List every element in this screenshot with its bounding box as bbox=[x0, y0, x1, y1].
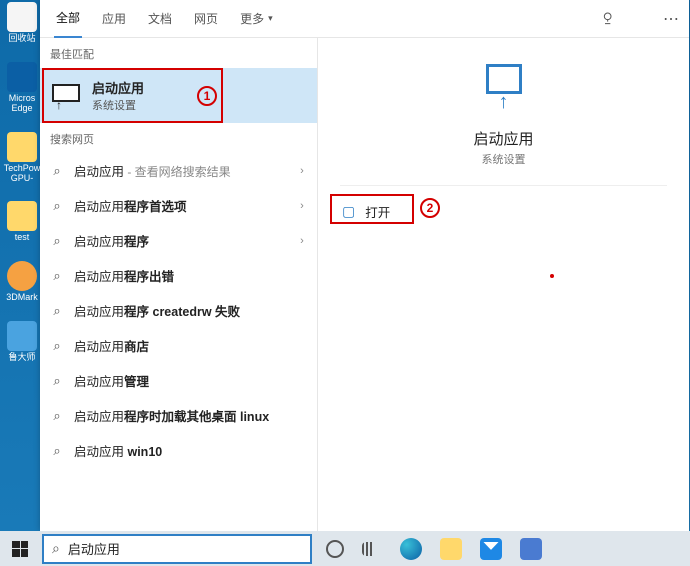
search-icon: ⌕ bbox=[50, 303, 64, 319]
web-result-item[interactable]: ⌕ 启动应用 - 查看网络搜索结果 › bbox=[40, 153, 317, 188]
best-match-item[interactable]: ↑ 启动应用 系统设置 1 bbox=[40, 68, 317, 123]
annotation-number-1: 1 bbox=[197, 86, 217, 106]
options-icon[interactable]: ⋯ bbox=[663, 9, 679, 29]
search-icon: ⌕ bbox=[50, 233, 64, 249]
results-column: 最佳匹配 ↑ 启动应用 系统设置 1 搜索网页 ⌕ 启动应用 - 查看网络搜索结果… bbox=[40, 38, 318, 531]
web-result-item[interactable]: ⌕ 启动应用商店 bbox=[40, 328, 317, 363]
taskbar-mail-icon[interactable] bbox=[480, 538, 502, 560]
web-result-label: 启动应用 win10 bbox=[74, 441, 162, 460]
windows-logo-icon bbox=[12, 541, 28, 557]
details-pane: ↑ 启动应用 系统设置 ▢ 打开 2 bbox=[318, 38, 689, 531]
tab-more-label: 更多 bbox=[240, 10, 264, 27]
best-match-title: 启动应用 bbox=[92, 78, 144, 97]
annotation-dot bbox=[550, 274, 554, 278]
web-result-label: 启动应用程序 createdrw 失败 bbox=[74, 301, 240, 320]
desktop-icon-recycle-bin[interactable]: 回收站 bbox=[2, 2, 42, 44]
task-view-icon[interactable] bbox=[362, 542, 382, 556]
open-label: 打开 bbox=[365, 202, 390, 221]
desktop-icons: 回收站 Micros Edge TechPow GPU- test 3DMark… bbox=[2, 2, 44, 363]
web-result-item[interactable]: ⌕ 启动应用管理 bbox=[40, 363, 317, 398]
chevron-down-icon: ▾ bbox=[268, 13, 273, 24]
web-result-label: 启动应用程序时加载其他桌面 linux bbox=[74, 406, 269, 425]
desktop-icon-ludashi[interactable]: 鲁大师 bbox=[2, 321, 42, 363]
search-tabs: 全部 应用 文档 网页 更多 ▾ ⋯ bbox=[40, 0, 689, 38]
annotation-number-2: 2 bbox=[420, 198, 440, 218]
feedback-icon[interactable] bbox=[601, 11, 617, 27]
cortana-icon[interactable] bbox=[326, 540, 344, 558]
desktop-icon-3dmark[interactable]: 3DMark bbox=[2, 261, 42, 303]
tab-web[interactable]: 网页 bbox=[192, 0, 220, 37]
tab-documents[interactable]: 文档 bbox=[146, 0, 174, 37]
section-web: 搜索网页 bbox=[40, 123, 317, 153]
web-result-label: 启动应用商店 bbox=[74, 336, 149, 355]
divider bbox=[340, 185, 666, 186]
web-result-label: 启动应用程序出错 bbox=[74, 266, 174, 285]
web-result-label: 启动应用程序 bbox=[74, 231, 149, 250]
search-input[interactable] bbox=[68, 541, 302, 556]
web-result-item[interactable]: ⌕ 启动应用 win10 bbox=[40, 433, 317, 468]
taskbar-search[interactable]: ⌕ bbox=[42, 534, 312, 564]
desktop-icon-techpowerup[interactable]: TechPow GPU- bbox=[2, 132, 42, 184]
desktop-icon-label: Micros Edge bbox=[2, 94, 42, 114]
web-result-label: 启动应用管理 bbox=[74, 371, 149, 390]
taskbar-edge-icon[interactable] bbox=[400, 538, 422, 560]
chevron-right-icon: › bbox=[297, 235, 307, 247]
open-button[interactable]: ▢ 打开 2 bbox=[332, 196, 400, 227]
web-result-label: 启动应用 - 查看网络搜索结果 bbox=[74, 161, 231, 180]
startup-apps-large-icon bbox=[486, 64, 522, 94]
web-result-item[interactable]: ⌕ 启动应用程序 › bbox=[40, 223, 317, 258]
desktop-icon-label: test bbox=[15, 233, 30, 243]
web-result-item[interactable]: ⌕ 启动应用程序时加载其他桌面 linux bbox=[40, 398, 317, 433]
web-result-label: 启动应用程序首选项 bbox=[74, 196, 187, 215]
desktop-icon-label: 鲁大师 bbox=[8, 353, 35, 363]
details-subtitle: 系统设置 bbox=[482, 151, 526, 167]
details-title: 启动应用 bbox=[473, 128, 533, 149]
search-icon: ⌕ bbox=[50, 408, 64, 424]
search-panel: 全部 应用 文档 网页 更多 ▾ ⋯ 最佳匹配 ↑ 启动应用 系统设置 1 搜索网… bbox=[40, 0, 689, 531]
search-icon: ⌕ bbox=[50, 443, 64, 459]
search-icon: ⌕ bbox=[50, 373, 64, 389]
section-best-match: 最佳匹配 bbox=[40, 38, 317, 68]
taskbar-app-icon[interactable] bbox=[520, 538, 542, 560]
startup-apps-icon: ↑ bbox=[52, 84, 80, 108]
chevron-right-icon: › bbox=[297, 165, 307, 177]
tab-all[interactable]: 全部 bbox=[54, 0, 82, 38]
search-icon: ⌕ bbox=[50, 338, 64, 354]
web-result-item[interactable]: ⌕ 启动应用程序首选项 › bbox=[40, 188, 317, 223]
tab-more[interactable]: 更多 ▾ bbox=[238, 0, 275, 37]
chevron-right-icon: › bbox=[297, 200, 307, 212]
start-button[interactable] bbox=[0, 531, 40, 566]
tab-apps[interactable]: 应用 bbox=[100, 0, 128, 37]
web-result-item[interactable]: ⌕ 启动应用程序 createdrw 失败 bbox=[40, 293, 317, 328]
web-result-item[interactable]: ⌕ 启动应用程序出错 bbox=[40, 258, 317, 293]
desktop-icon-test[interactable]: test bbox=[2, 201, 42, 243]
desktop-icon-label: TechPow GPU- bbox=[2, 164, 42, 184]
search-icon: ⌕ bbox=[50, 268, 64, 284]
desktop-icon-edge[interactable]: Micros Edge bbox=[2, 62, 42, 114]
taskbar-explorer-icon[interactable] bbox=[440, 538, 462, 560]
open-icon: ▢ bbox=[342, 203, 355, 220]
search-icon: ⌕ bbox=[50, 198, 64, 214]
arrow-up-icon: ↑ bbox=[499, 91, 509, 114]
desktop-icon-label: 回收站 bbox=[8, 34, 35, 44]
taskbar: ⌕ bbox=[0, 531, 690, 566]
web-results-list: ⌕ 启动应用 - 查看网络搜索结果 › ⌕ 启动应用程序首选项 › ⌕ 启动应用程序 › ⌕ 启动应… bbox=[40, 153, 317, 468]
search-icon: ⌕ bbox=[52, 540, 60, 557]
desktop-icon-label: 3DMark bbox=[6, 293, 38, 303]
search-icon: ⌕ bbox=[50, 163, 64, 179]
best-match-subtitle: 系统设置 bbox=[92, 97, 144, 113]
